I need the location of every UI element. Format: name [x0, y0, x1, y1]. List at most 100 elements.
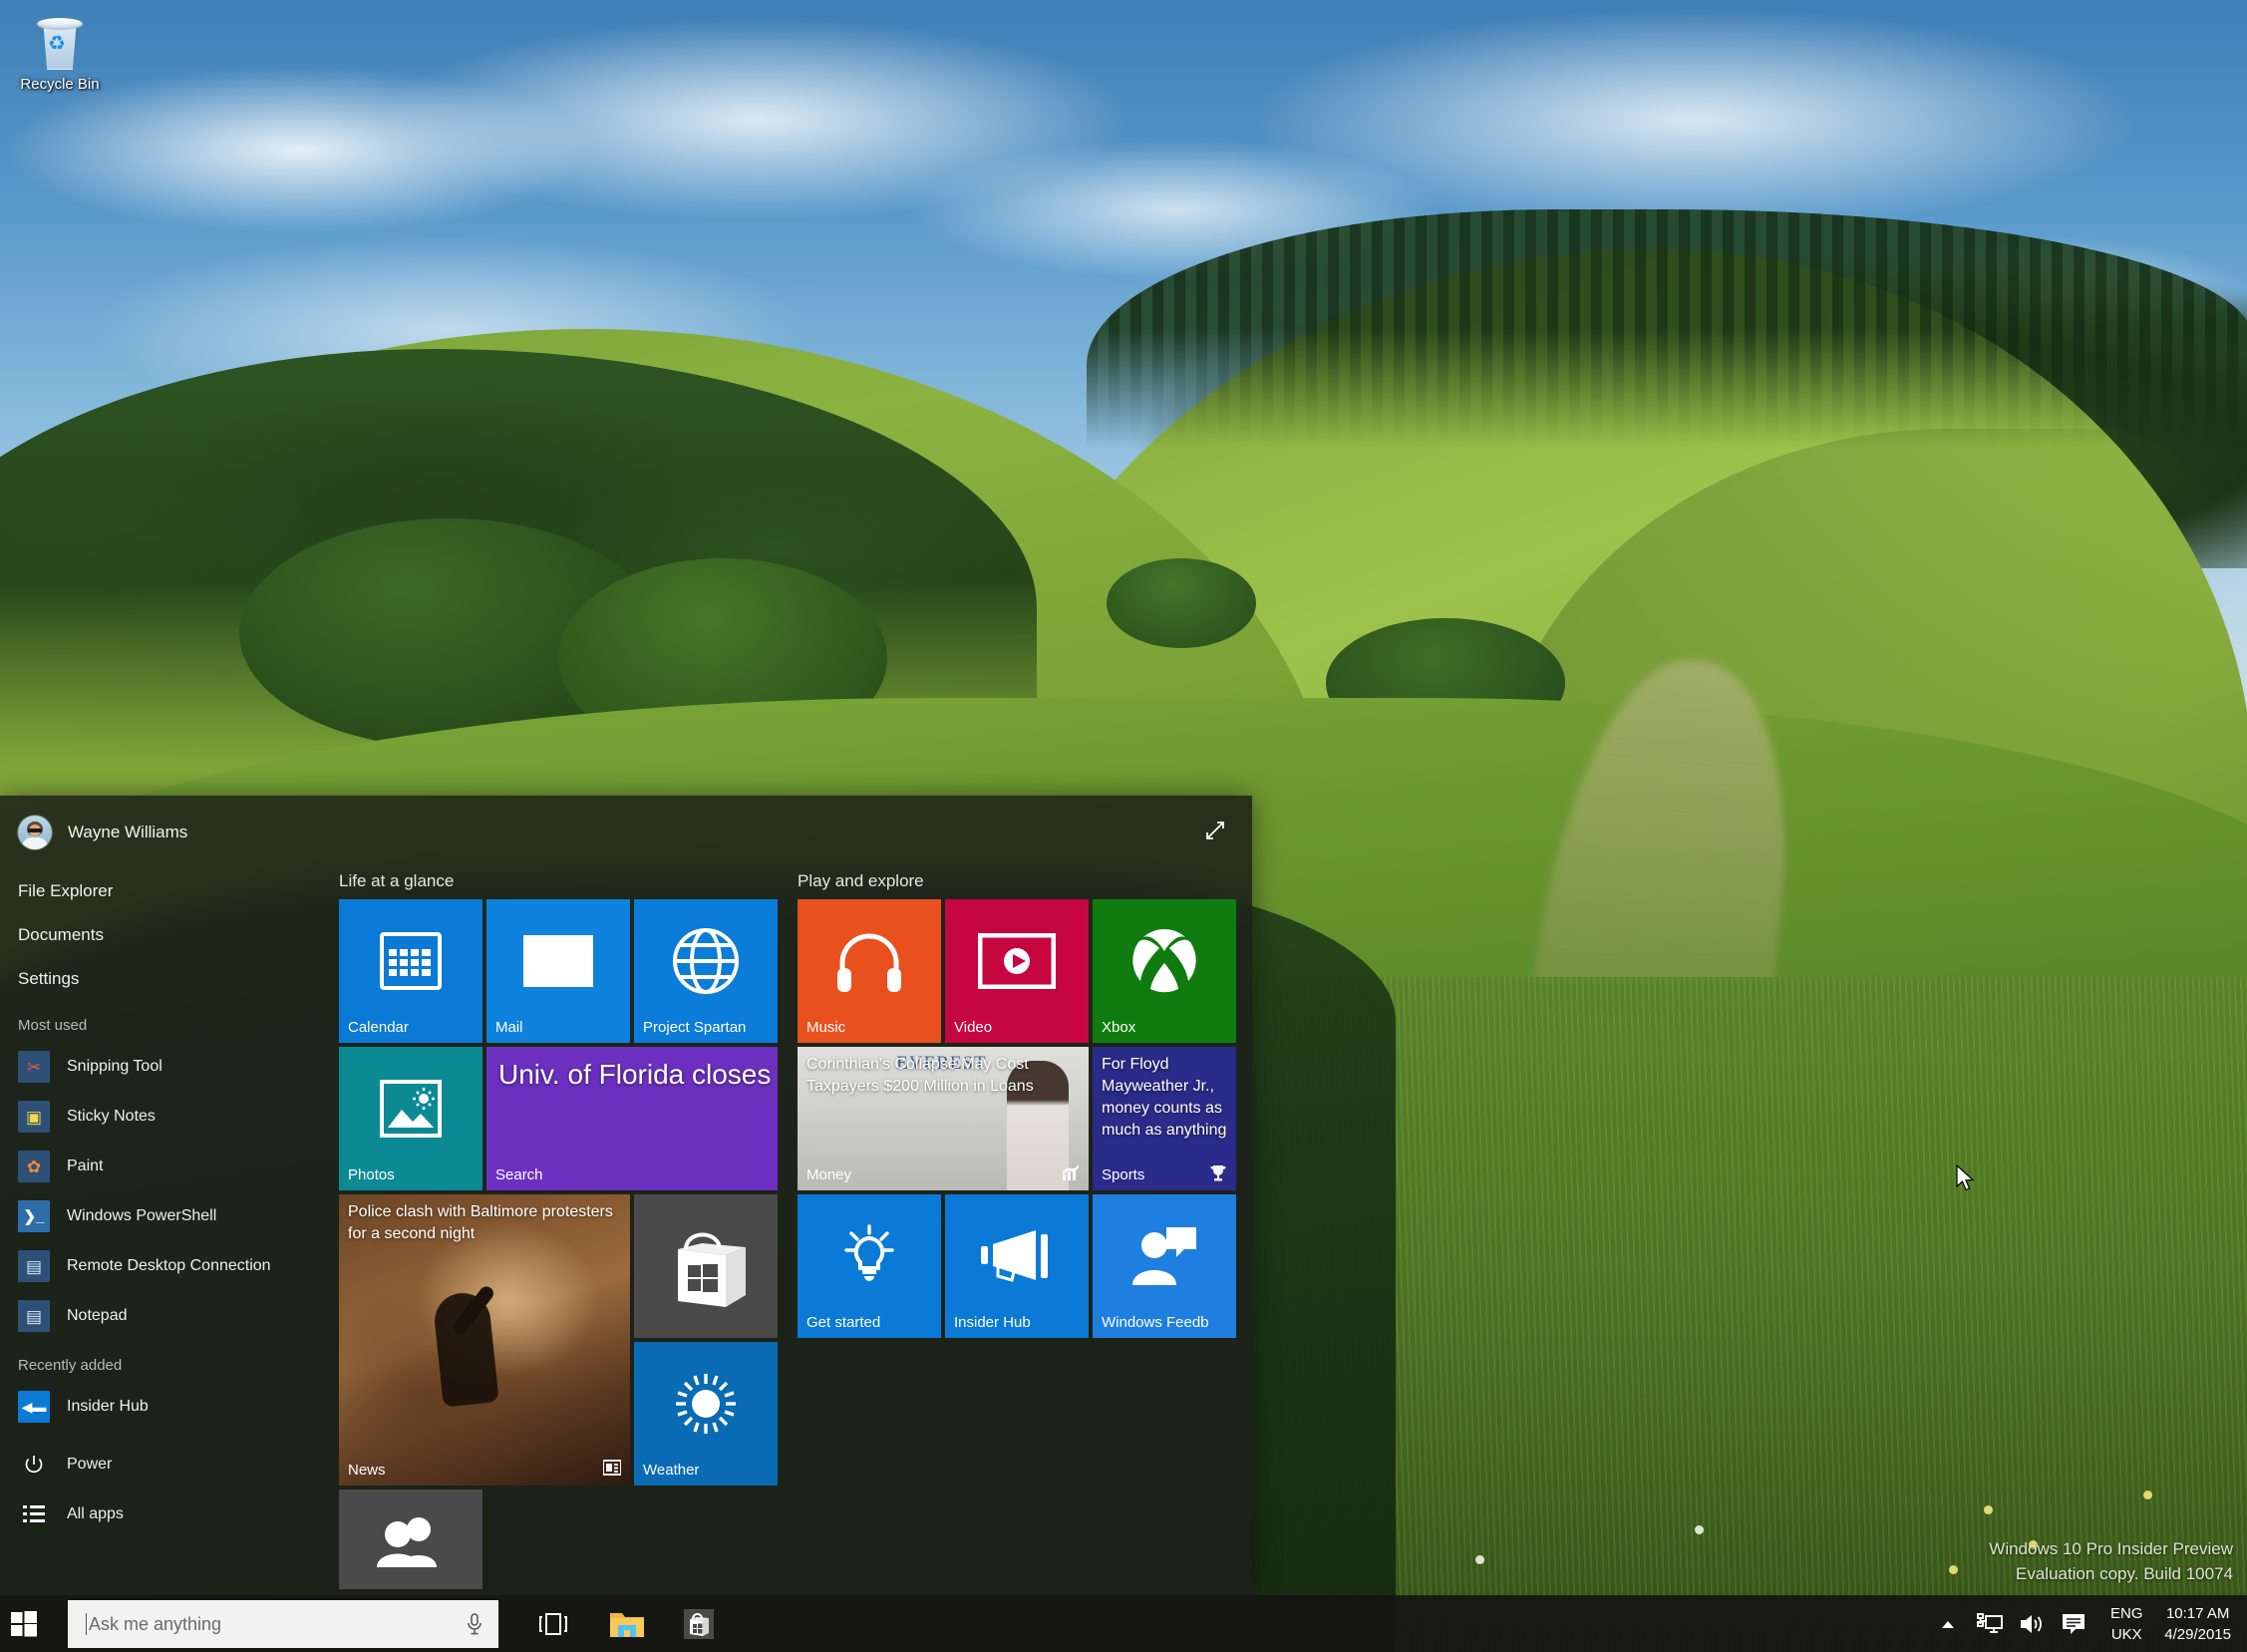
- app-item-sticky-notes[interactable]: ▣ Sticky Notes: [0, 1092, 235, 1142]
- file-explorer-button[interactable]: [600, 1600, 654, 1648]
- avatar[interactable]: [18, 816, 52, 849]
- tile-label: Video: [954, 1019, 993, 1036]
- sidebar-item-label: Documents: [18, 925, 104, 944]
- chevron-up-icon[interactable]: [1927, 1595, 1969, 1652]
- tile-money[interactable]: EVEREST Corinthian's Collapse May Cost T…: [798, 1047, 1089, 1190]
- tile-store[interactable]: [634, 1194, 778, 1338]
- language-line-2: UKX: [2110, 1625, 2142, 1643]
- trophy-icon: [1209, 1164, 1227, 1182]
- search-input[interactable]: Ask me anything: [68, 1600, 498, 1648]
- tile-weather[interactable]: Weather: [634, 1342, 778, 1486]
- user-account-row[interactable]: Wayne Williams: [18, 816, 187, 849]
- clock-time: 10:17 AM: [2165, 1604, 2230, 1622]
- tile-label: Mail: [495, 1019, 523, 1036]
- remote-desktop-icon: ▤: [18, 1250, 50, 1282]
- people-icon: [339, 1489, 482, 1589]
- start-menu[interactable]: Wayne Williams File Explorer Documents S…: [0, 796, 1252, 1595]
- wallpaper-flower: [1984, 1505, 1993, 1514]
- tile-sports[interactable]: For Floyd Mayweather Jr., money counts a…: [1093, 1047, 1236, 1190]
- sidebar-item-file-explorer[interactable]: File Explorer: [0, 869, 235, 913]
- tile-windows-feedback[interactable]: Windows Feedb: [1093, 1194, 1236, 1338]
- tile-music[interactable]: Music: [798, 899, 941, 1043]
- tile-label: Sports: [1102, 1166, 1145, 1183]
- video-player-icon: [945, 899, 1089, 1023]
- desktop-icon-recycle-bin[interactable]: ♻ Recycle Bin: [12, 8, 108, 94]
- app-item-insider-hub[interactable]: ◀▬ Insider Hub: [0, 1382, 235, 1432]
- start-menu-bottom-actions: Power All apps: [0, 1440, 235, 1539]
- taskbar[interactable]: Ask me anything ENG UKX 10:17 AM 4/29/20…: [0, 1595, 2247, 1652]
- tile-group-title-play: Play and explore: [798, 871, 924, 890]
- tile-photos[interactable]: Photos: [339, 1047, 482, 1190]
- recently-added-heading: Recently added: [18, 1357, 123, 1374]
- sidebar-item-settings[interactable]: Settings: [0, 957, 235, 1001]
- wallpaper-flower: [1695, 1525, 1704, 1534]
- all-apps-label: All apps: [67, 1505, 124, 1522]
- snipping-tool-icon: ✂: [18, 1051, 50, 1083]
- app-item-label: Sticky Notes: [67, 1108, 156, 1125]
- tile-label: Windows Feedb: [1102, 1314, 1209, 1331]
- power-label: Power: [67, 1456, 113, 1473]
- language-indicator[interactable]: ENG UKX: [2094, 1603, 2158, 1645]
- tile-insider-hub[interactable]: Insider Hub: [945, 1194, 1089, 1338]
- tile-headline: Univ. of Florida closes fraternity over …: [498, 1059, 778, 1090]
- file-explorer-folder-icon: [610, 1613, 644, 1637]
- clock[interactable]: 10:17 AM 4/29/2015: [2158, 1603, 2247, 1645]
- power-button[interactable]: Power: [0, 1440, 235, 1489]
- tile-label: Calendar: [348, 1019, 409, 1036]
- wallpaper-flower: [1949, 1565, 1958, 1574]
- clock-date: 4/29/2015: [2164, 1625, 2231, 1643]
- watermark-line-1: Windows 10 Pro Insider Preview: [1989, 1539, 2233, 1558]
- tile-video[interactable]: Video: [945, 899, 1089, 1043]
- tile-headline: For Floyd Mayweather Jr., money counts a…: [1102, 1056, 1227, 1139]
- tile-headline: Police clash with Baltimore protesters f…: [348, 1203, 613, 1242]
- tile-search-news[interactable]: Univ. of Florida closes fraternity over …: [486, 1047, 778, 1190]
- tile-label: Project Spartan: [643, 1019, 747, 1036]
- news-badge-icon: [602, 1460, 622, 1478]
- tile-mail[interactable]: Mail: [486, 899, 630, 1043]
- wallpaper-bush: [1107, 558, 1256, 648]
- xbox-logo-icon: [1093, 899, 1236, 1023]
- action-center-icon[interactable]: [2053, 1595, 2094, 1652]
- network-icon[interactable]: [1969, 1595, 2011, 1652]
- app-item-windows-powershell[interactable]: ❯_ Windows PowerShell: [0, 1191, 235, 1241]
- expand-arrows-icon[interactable]: [1200, 816, 1230, 845]
- app-item-remote-desktop-connection[interactable]: ▤ Remote Desktop Connection: [0, 1241, 271, 1291]
- store-bag-icon: [634, 1194, 778, 1338]
- tile-xbox[interactable]: Xbox: [1093, 899, 1236, 1043]
- tile-label: News: [348, 1462, 386, 1479]
- speaker-volume-icon[interactable]: [2011, 1595, 2053, 1652]
- tile-news[interactable]: Police clash with Baltimore protesters f…: [339, 1194, 630, 1486]
- sidebar-item-documents[interactable]: Documents: [0, 913, 235, 957]
- feedback-person-icon: [1093, 1194, 1236, 1318]
- task-view-button[interactable]: [526, 1600, 580, 1648]
- app-item-paint[interactable]: ✿ Paint: [0, 1142, 235, 1191]
- tile-group-title-life: Life at a glance: [339, 871, 455, 890]
- app-item-label: Windows PowerShell: [67, 1207, 217, 1224]
- tile-label: Insider Hub: [954, 1314, 1031, 1331]
- tile-project-spartan[interactable]: Project Spartan: [634, 899, 778, 1043]
- tile-calendar[interactable]: Calendar: [339, 899, 482, 1043]
- tile-label: Search: [495, 1166, 543, 1183]
- tile-label: Music: [806, 1019, 846, 1036]
- tile-headline: Corinthian's Collapse May Cost Taxpayers…: [806, 1056, 1034, 1095]
- store-taskbar-button[interactable]: [672, 1600, 726, 1648]
- app-item-notepad[interactable]: ▤ Notepad: [0, 1291, 235, 1341]
- language-line-1: ENG: [2110, 1604, 2143, 1622]
- megaphone-icon: [945, 1194, 1089, 1318]
- app-item-snipping-tool[interactable]: ✂ Snipping Tool: [0, 1042, 235, 1092]
- system-tray[interactable]: ENG UKX 10:17 AM 4/29/2015: [1927, 1595, 2247, 1652]
- windows-logo-icon: [11, 1610, 37, 1636]
- task-view-icon: [539, 1613, 567, 1635]
- sticky-notes-icon: ▣: [18, 1101, 50, 1133]
- all-apps-button[interactable]: All apps: [0, 1489, 235, 1539]
- tile-get-started[interactable]: Get started: [798, 1194, 941, 1338]
- microphone-icon[interactable]: [465, 1613, 484, 1635]
- tile-people[interactable]: [339, 1489, 482, 1589]
- store-taskbar-icon: [684, 1609, 714, 1639]
- money-chart-icon: [1062, 1164, 1080, 1182]
- powershell-icon: ❯_: [18, 1200, 50, 1232]
- app-item-label: Insider Hub: [67, 1398, 149, 1415]
- app-item-label: Snipping Tool: [67, 1058, 162, 1075]
- start-button[interactable]: [0, 1595, 48, 1652]
- tile-label: Weather: [643, 1462, 700, 1479]
